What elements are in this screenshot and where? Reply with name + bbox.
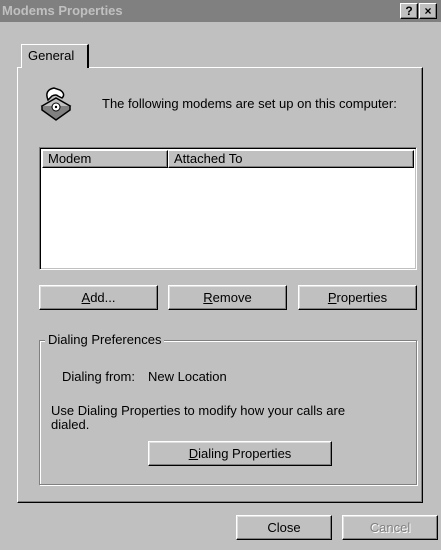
help-button[interactable]: ? [400, 3, 418, 19]
dialing-properties-button-label: ialing Properties [198, 446, 292, 461]
dialing-instructions: Use Dialing Properties to modify how you… [51, 403, 346, 432]
window-title: Modems Properties [2, 3, 123, 18]
column-header-modem[interactable]: Modem [42, 150, 168, 168]
intro-text: The following modems are set up on this … [102, 96, 397, 111]
properties-button-accel: P [327, 290, 337, 305]
remove-button-label: emove [212, 290, 252, 305]
dialing-properties-button-accel: D [188, 446, 199, 461]
close-window-button[interactable]: × [419, 3, 437, 19]
properties-button[interactable]: Properties [298, 285, 417, 310]
remove-button-accel: R [203, 290, 213, 305]
remove-button[interactable]: Remove [168, 285, 287, 310]
add-button-label: dd... [90, 290, 116, 305]
modems-properties-window: Modems Properties ? × General The follow… [0, 0, 441, 550]
dialing-from-value: New Location [148, 369, 227, 384]
properties-button-label: roperties [336, 290, 388, 305]
cancel-button[interactable]: Cancel [342, 515, 438, 540]
dialing-from-label: Dialing from: [62, 369, 135, 384]
dialing-properties-button[interactable]: Dialing Properties [148, 441, 332, 466]
telephone-icon [40, 87, 72, 121]
dialing-preferences-title: Dialing Preferences [45, 332, 165, 348]
close-button[interactable]: Close [236, 515, 332, 540]
add-button-accel: A [81, 290, 91, 305]
column-header-attached-to[interactable]: Attached To [168, 150, 414, 168]
modem-list[interactable]: Modem Attached To [39, 147, 417, 270]
title-bar[interactable]: Modems Properties ? × [0, 0, 441, 22]
tab-general-label: General [28, 48, 75, 63]
add-button[interactable]: Add... [39, 285, 158, 310]
tab-general[interactable]: General [21, 44, 89, 68]
